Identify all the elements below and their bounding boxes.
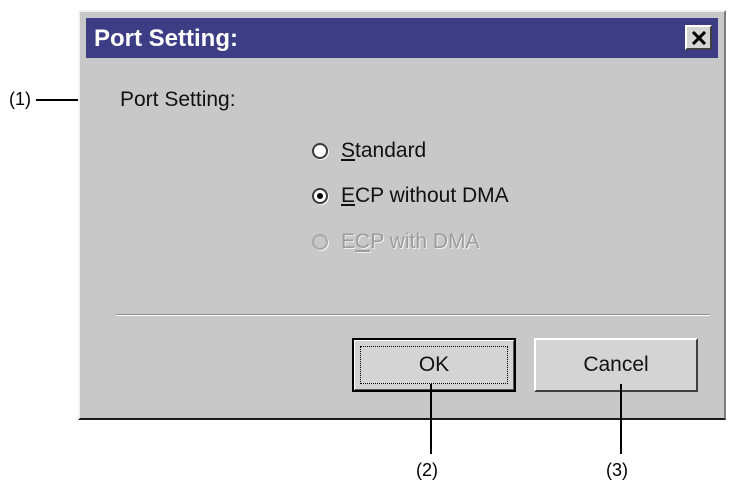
- cancel-button[interactable]: Cancel: [534, 338, 698, 392]
- callout-line-2: [430, 384, 432, 454]
- callout-line-3: [620, 384, 622, 454]
- cancel-button-label: Cancel: [583, 353, 649, 376]
- radio-standard[interactable]: Standard: [312, 136, 426, 166]
- radio-button-ecp-without-dma[interactable]: [312, 188, 328, 204]
- ok-button[interactable]: OK: [352, 338, 516, 392]
- focus-rect: [360, 346, 508, 384]
- radio-label-standard: Standard: [341, 139, 427, 162]
- close-button[interactable]: [685, 25, 712, 50]
- title-bar: Port Setting:: [86, 18, 718, 58]
- dialog-title: Port Setting:: [94, 25, 238, 52]
- radio-button-ecp-with-dma: [312, 234, 328, 250]
- radio-label-ecp-with-dma: ECP with DMA: [341, 230, 480, 253]
- radio-ecp-without-dma[interactable]: ECP without DMA: [312, 181, 509, 211]
- callout-label-3: (3): [606, 460, 628, 480]
- callout-label-2: (2): [416, 460, 438, 480]
- radio-button-standard[interactable]: [312, 143, 328, 159]
- group-label-port-setting: Port Setting:: [120, 88, 236, 111]
- callout-label-1: (1): [9, 89, 31, 109]
- radio-label-ecp-without-dma: ECP without DMA: [341, 184, 509, 207]
- close-icon: [692, 31, 706, 45]
- separator: [116, 314, 710, 316]
- radio-ecp-with-dma: ECP with DMA: [312, 227, 480, 257]
